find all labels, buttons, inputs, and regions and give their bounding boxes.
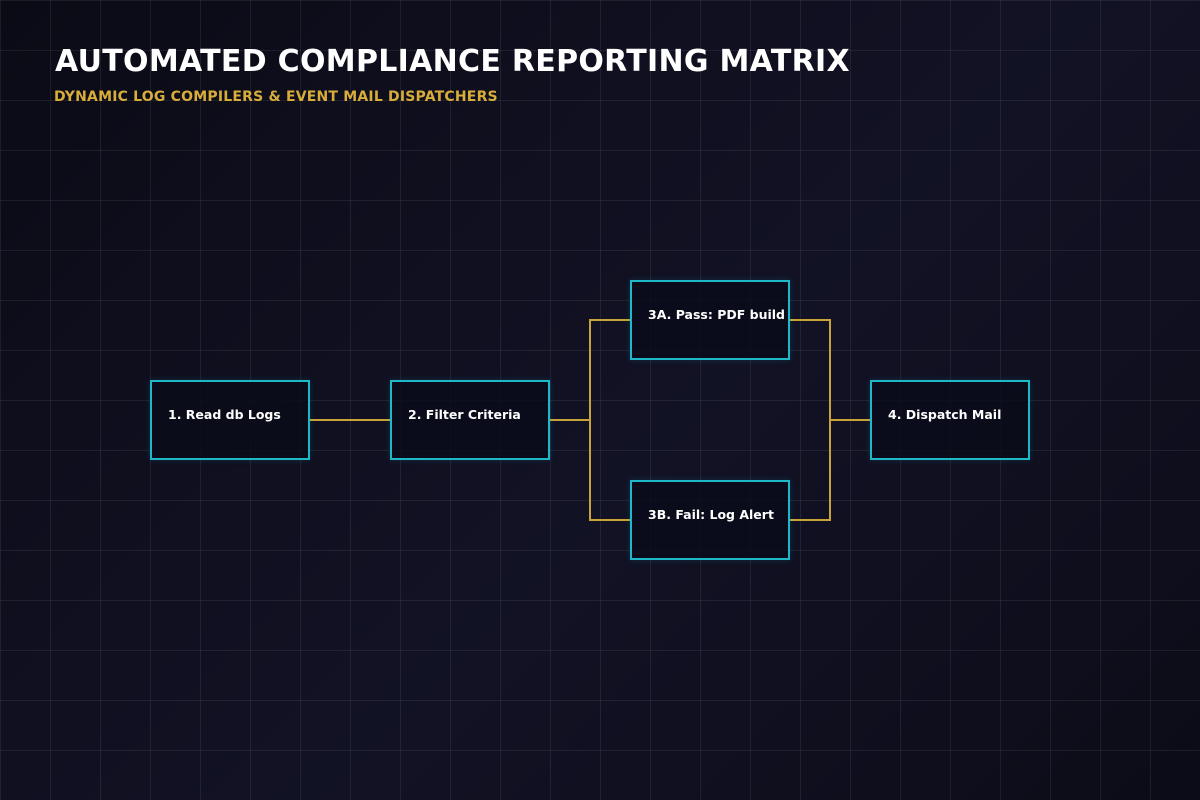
connector-pass-to-dispatch: [790, 319, 870, 421]
node-label: 2. Filter Criteria: [408, 407, 521, 422]
node-label: 4. Dispatch Mail: [888, 407, 1002, 422]
node-label: 3B. Fail: Log Alert: [648, 507, 774, 522]
node-label: 3A. Pass: PDF build: [648, 307, 785, 322]
node-fail-log-alert[interactable]: 3B. Fail: Log Alert: [630, 480, 790, 560]
node-filter-criteria[interactable]: 2. Filter Criteria: [390, 380, 550, 460]
node-label: 1. Read db Logs: [168, 407, 281, 422]
connector-filter-to-fail: [589, 420, 630, 521]
node-read-db-logs[interactable]: 1. Read db Logs: [150, 380, 310, 460]
connector-filter-to-pass: [550, 319, 630, 421]
flow-diagram: 1. Read db Logs 2. Filter Criteria 3A. P…: [0, 0, 1200, 800]
node-pass-pdf-build[interactable]: 3A. Pass: PDF build: [630, 280, 790, 360]
node-dispatch-mail[interactable]: 4. Dispatch Mail: [870, 380, 1030, 460]
connector-fail-to-dispatch: [790, 420, 831, 521]
